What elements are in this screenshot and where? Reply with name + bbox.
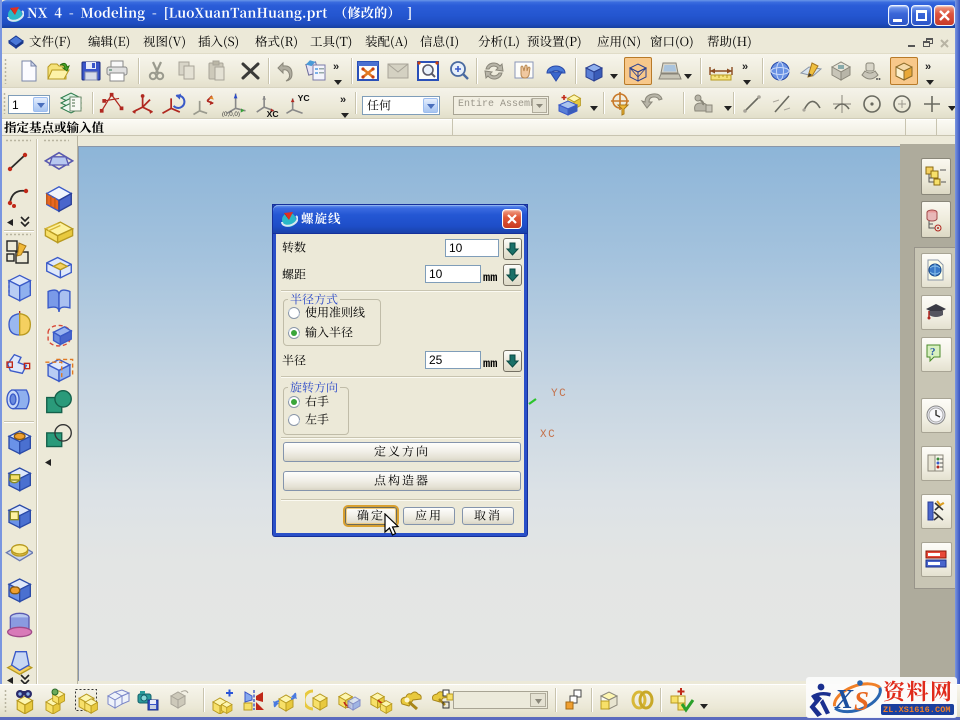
svg-text:(0,0,0): (0,0,0) (222, 111, 240, 117)
svg-text:XC: XC (267, 109, 279, 117)
svg-text:?: ? (930, 346, 936, 358)
svg-text:S: S (854, 686, 869, 716)
svg-text:X: X (834, 684, 854, 714)
svg-text:YC: YC (298, 93, 310, 103)
